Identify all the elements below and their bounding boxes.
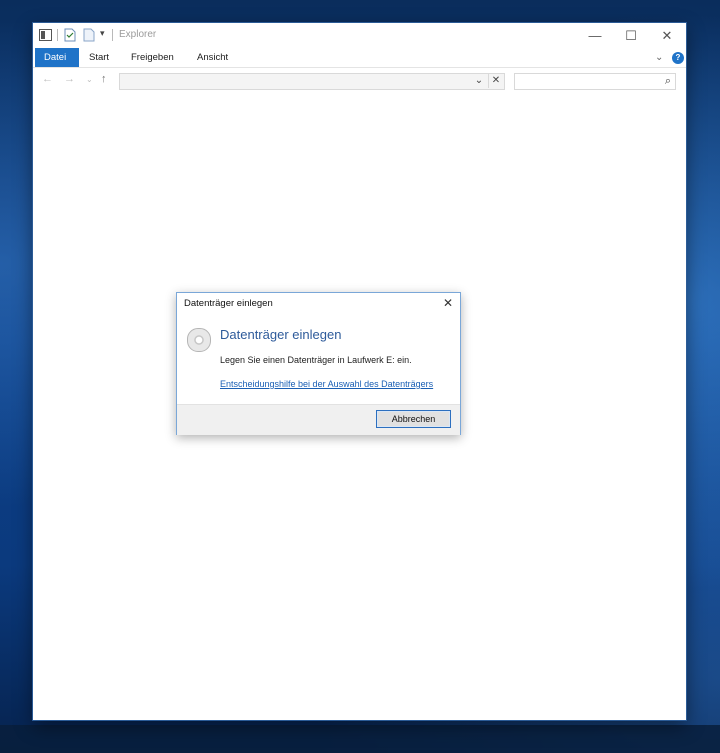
help-icon[interactable]: ?: [672, 52, 684, 64]
title-separator: [112, 29, 113, 41]
taskbar: [0, 725, 720, 753]
maximize-button[interactable]: ☐: [613, 23, 649, 48]
ribbon-tab-bar: Datei Start Freigeben Ansicht ⌄: [33, 48, 686, 68]
tab-datei[interactable]: Datei: [35, 48, 79, 67]
dialog-close-button[interactable]: ✕: [439, 294, 457, 312]
dialog-heading: Datenträger einlegen: [220, 327, 342, 342]
expand-ribbon-icon[interactable]: ⌄: [655, 52, 663, 63]
dialog-message: Legen Sie einen Datenträger in Laufwerk …: [220, 355, 412, 365]
minimize-button[interactable]: —: [577, 23, 613, 48]
properties-icon[interactable]: [64, 28, 76, 42]
disc-icon: [187, 328, 211, 352]
tab-start[interactable]: Start: [80, 48, 118, 67]
help-link[interactable]: Entscheidungshilfe bei der Auswahl des D…: [220, 379, 433, 389]
insert-disk-dialog: Datenträger einlegen ✕ Datenträger einle…: [176, 292, 461, 435]
close-button[interactable]: ✕: [649, 23, 685, 48]
address-clear-icon[interactable]: ✕: [488, 73, 503, 88]
tab-ansicht[interactable]: Ansicht: [188, 48, 237, 67]
quick-access-separator: [57, 29, 58, 41]
address-bar[interactable]: [119, 73, 505, 90]
window-title: Explorer: [119, 29, 157, 40]
cancel-button[interactable]: Abbrechen: [376, 410, 451, 428]
dialog-title: Datenträger einlegen: [184, 298, 273, 309]
title-bar: ▾ Explorer — ☐ ✕: [33, 23, 686, 48]
back-arrow-icon[interactable]: ←: [42, 73, 53, 85]
window-menu-icon[interactable]: [39, 28, 52, 42]
tab-freigeben[interactable]: Freigeben: [122, 48, 183, 67]
address-dropdown-icon[interactable]: ⌄: [472, 73, 486, 88]
new-folder-icon[interactable]: [83, 28, 95, 42]
recent-locations-icon[interactable]: ⌄: [86, 75, 93, 84]
search-icon: ⌕: [664, 75, 671, 87]
navigation-bar: ← → ⌄ ↑ ⌄ ✕ ⌕: [33, 69, 686, 93]
forward-arrow-icon[interactable]: →: [64, 73, 75, 85]
customize-quick-access-icon[interactable]: ▾: [100, 28, 105, 42]
search-input[interactable]: ⌕: [514, 73, 676, 90]
up-arrow-icon[interactable]: ↑: [101, 73, 107, 85]
